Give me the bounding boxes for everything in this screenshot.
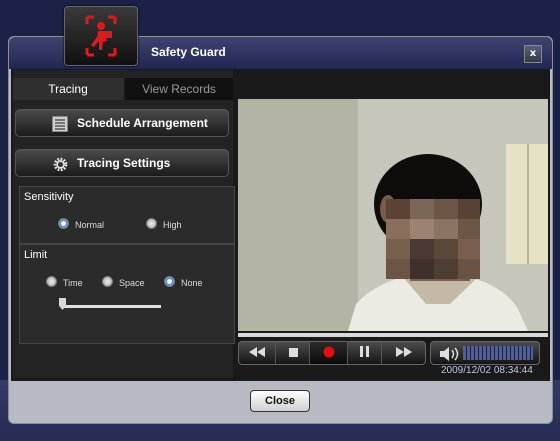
speaker-icon[interactable] (439, 346, 459, 365)
sensitivity-section: Sensitivity Normal High (19, 186, 235, 244)
sensitivity-title: Sensitivity (24, 191, 74, 203)
rewind-icon[interactable] (239, 342, 275, 364)
limit-space-label: Space (119, 278, 145, 288)
safety-guard-window: Safety Guard x Tracing View Records Sche… (8, 36, 553, 424)
sensitivity-normal-label: Normal (75, 220, 105, 230)
limit-time-label: Time (63, 278, 83, 288)
schedule-arrangement-button[interactable]: Schedule Arrangement (15, 109, 229, 137)
stop-icon[interactable] (275, 342, 310, 364)
schedule-arrangement-label: Schedule Arrangement (77, 116, 208, 130)
tab-bar: Tracing View Records (13, 70, 233, 100)
video-timestamp: 2009/12/02 08:34:44 (441, 365, 533, 376)
record-icon[interactable] (309, 342, 348, 364)
close-button[interactable]: Close (250, 390, 310, 412)
window-close-button[interactable]: x (524, 45, 542, 63)
limit-space-radio[interactable]: Space (102, 276, 145, 288)
limit-section: Limit Time Space None (19, 244, 235, 344)
sensitivity-high-radio[interactable]: High (146, 218, 182, 230)
limit-slider-thumb[interactable] (59, 298, 66, 310)
volume-control (430, 341, 540, 365)
playback-controls (238, 341, 426, 365)
radio-unselected-icon (146, 218, 157, 229)
fast-forward-icon[interactable] (381, 342, 426, 364)
limit-slider-track[interactable] (61, 305, 161, 308)
limit-none-label: None (181, 278, 203, 288)
limit-title: Limit (24, 249, 48, 261)
camera-video-feed (238, 99, 548, 331)
radio-selected-icon (58, 218, 69, 229)
app-logo-icon (64, 6, 138, 66)
gear-icon (52, 156, 69, 176)
volume-slider[interactable] (463, 346, 533, 360)
sensitivity-high-label: High (163, 220, 182, 230)
pause-icon[interactable] (347, 342, 382, 364)
content-area: Tracing View Records Schedule Arrangemen… (11, 69, 550, 381)
radio-selected-icon (164, 276, 175, 287)
tracing-settings-button[interactable]: Tracing Settings (15, 149, 229, 177)
tab-tracing[interactable]: Tracing (13, 78, 123, 100)
playback-progress-bar[interactable] (238, 333, 548, 337)
limit-time-radio[interactable]: Time (46, 276, 83, 288)
window-title: Safety Guard (151, 45, 226, 59)
tracing-settings-label: Tracing Settings (77, 156, 171, 170)
left-panel: Tracing View Records Schedule Arrangemen… (13, 70, 235, 378)
limit-none-radio[interactable]: None (164, 276, 203, 288)
sensitivity-normal-radio[interactable]: Normal (58, 218, 104, 230)
radio-unselected-icon (46, 276, 57, 287)
calendar-list-icon (52, 116, 68, 135)
tab-view-records[interactable]: View Records (125, 78, 233, 100)
radio-unselected-icon (102, 276, 113, 287)
